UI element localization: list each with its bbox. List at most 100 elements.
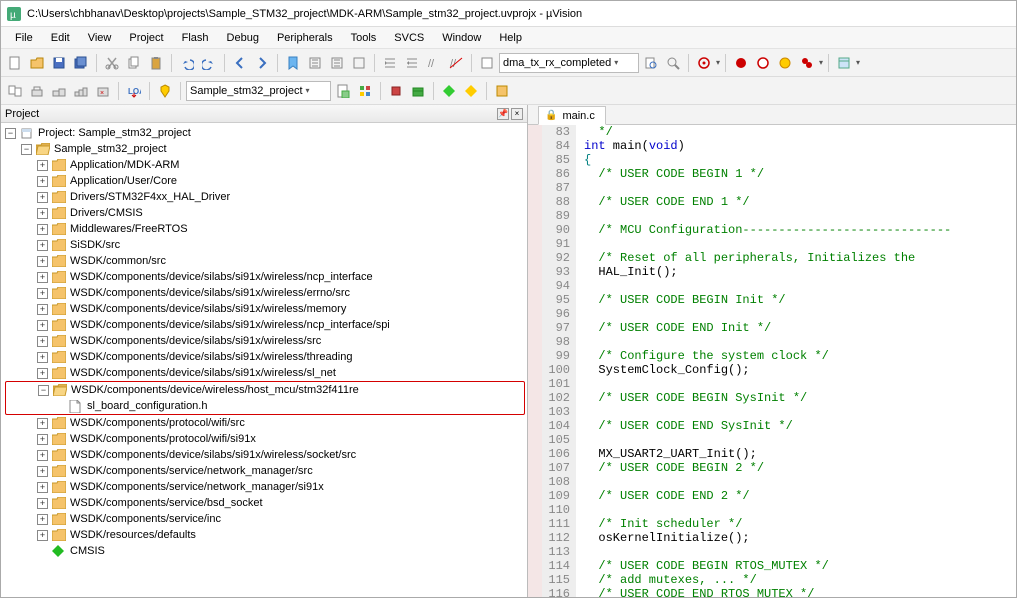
menu-item-view[interactable]: View: [80, 30, 120, 46]
expand-icon[interactable]: +: [37, 272, 48, 283]
debug-icon[interactable]: [694, 53, 714, 73]
chevron-down-icon[interactable]: ▾: [856, 58, 860, 67]
tree-group[interactable]: +Application/MDK-ARM: [5, 157, 525, 173]
expand-icon[interactable]: +: [37, 208, 48, 219]
expand-icon[interactable]: +: [37, 466, 48, 477]
rebuild-icon[interactable]: [49, 81, 69, 101]
expand-icon[interactable]: +: [37, 514, 48, 525]
bookmark-next-icon[interactable]: [327, 53, 347, 73]
panel-pin-icon[interactable]: 📌: [497, 108, 509, 120]
expand-icon[interactable]: +: [37, 450, 48, 461]
diamond-yellow-icon[interactable]: [461, 81, 481, 101]
translate-icon[interactable]: [5, 81, 25, 101]
cut-icon[interactable]: [102, 53, 122, 73]
expand-icon[interactable]: +: [37, 530, 48, 541]
editor-code-lines[interactable]: */int main(void){ /* USER CODE BEGIN 1 *…: [576, 125, 951, 597]
menu-item-window[interactable]: Window: [434, 30, 489, 46]
tree-group[interactable]: +WSDK/components/service/inc: [5, 511, 525, 527]
code-editor[interactable]: 8384858687888990919293949596979899100101…: [528, 125, 1016, 597]
expand-icon[interactable]: +: [37, 304, 48, 315]
tree-group[interactable]: +WSDK/common/src: [5, 253, 525, 269]
tree-group[interactable]: +WSDK/components/device/silabs/si91x/wir…: [5, 365, 525, 381]
stop-build-icon[interactable]: ×: [93, 81, 113, 101]
indent-icon[interactable]: [380, 53, 400, 73]
find-in-files-icon[interactable]: [641, 53, 661, 73]
tree-root[interactable]: −Project: Sample_stm32_project: [5, 125, 525, 141]
save-icon[interactable]: [49, 53, 69, 73]
batch-build-icon[interactable]: [71, 81, 91, 101]
uncomment-icon[interactable]: //: [446, 53, 466, 73]
bookmark-prev-icon[interactable]: [305, 53, 325, 73]
tree-group[interactable]: +WSDK/components/device/silabs/si91x/wir…: [5, 269, 525, 285]
collapse-icon[interactable]: −: [5, 128, 16, 139]
menu-item-edit[interactable]: Edit: [43, 30, 78, 46]
expand-icon[interactable]: +: [37, 192, 48, 203]
tree-group[interactable]: +WSDK/components/service/bsd_socket: [5, 495, 525, 511]
breakpoint-insert-icon[interactable]: [731, 53, 751, 73]
nav-forward-icon[interactable]: [252, 53, 272, 73]
menu-item-peripherals[interactable]: Peripherals: [269, 30, 341, 46]
expand-icon[interactable]: +: [37, 352, 48, 363]
menu-item-project[interactable]: Project: [121, 30, 171, 46]
tree-group[interactable]: +Application/User/Core: [5, 173, 525, 189]
tree-group[interactable]: +Middlewares/FreeRTOS: [5, 221, 525, 237]
expand-icon[interactable]: +: [37, 368, 48, 379]
help-icon[interactable]: [492, 81, 512, 101]
comment-icon[interactable]: //: [424, 53, 444, 73]
tree-group[interactable]: +WSDK/components/device/silabs/si91x/wir…: [5, 333, 525, 349]
bookmark-toggle-icon[interactable]: [283, 53, 303, 73]
manage-rte-icon[interactable]: [355, 81, 375, 101]
expand-icon[interactable]: +: [37, 482, 48, 493]
menu-item-svcs[interactable]: SVCS: [386, 30, 432, 46]
panel-close-icon[interactable]: ×: [511, 108, 523, 120]
tree-group[interactable]: +WSDK/resources/defaults: [5, 527, 525, 543]
window-layout-icon[interactable]: [834, 53, 854, 73]
tree-group[interactable]: +WSDK/components/device/silabs/si91x/wir…: [5, 447, 525, 463]
breakpoint-disable-icon[interactable]: [753, 53, 773, 73]
find-combo[interactable]: dma_tx_rx_completed ▾: [499, 53, 639, 73]
tree-group[interactable]: +SiSDK/src: [5, 237, 525, 253]
nav-back-icon[interactable]: [230, 53, 250, 73]
target-selector[interactable]: Sample_stm32_project ▾: [186, 81, 331, 101]
editor-tab-main-c[interactable]: 🔒 main.c: [538, 106, 606, 125]
find-icon[interactable]: [477, 53, 497, 73]
tree-group[interactable]: +WSDK/components/protocol/wifi/src: [5, 415, 525, 431]
breakpoint-enable-icon[interactable]: [797, 53, 817, 73]
bookmark-clear-icon[interactable]: [349, 53, 369, 73]
collapse-icon[interactable]: −: [21, 144, 32, 155]
expand-icon[interactable]: +: [37, 434, 48, 445]
save-all-icon[interactable]: [71, 53, 91, 73]
expand-icon[interactable]: +: [37, 256, 48, 267]
tree-group[interactable]: +WSDK/components/device/silabs/si91x/wir…: [5, 317, 525, 333]
project-tree[interactable]: −Project: Sample_stm32_project−Sample_st…: [1, 123, 527, 597]
tree-group[interactable]: +Drivers/STM32F4xx_HAL_Driver: [5, 189, 525, 205]
expand-icon[interactable]: +: [37, 418, 48, 429]
copy-icon[interactable]: [124, 53, 144, 73]
menu-item-debug[interactable]: Debug: [219, 30, 267, 46]
pack-installer-icon[interactable]: [408, 81, 428, 101]
menu-item-tools[interactable]: Tools: [343, 30, 385, 46]
expand-icon[interactable]: +: [37, 160, 48, 171]
build-icon[interactable]: [27, 81, 47, 101]
select-pack-icon[interactable]: [386, 81, 406, 101]
menu-item-flash[interactable]: Flash: [174, 30, 217, 46]
tree-group[interactable]: +WSDK/components/device/silabs/si91x/wir…: [5, 285, 525, 301]
paste-icon[interactable]: [146, 53, 166, 73]
expand-icon[interactable]: +: [37, 240, 48, 251]
new-file-icon[interactable]: [5, 53, 25, 73]
tree-file[interactable]: sl_board_configuration.h: [6, 398, 520, 414]
tree-group[interactable]: +WSDK/components/service/network_manager…: [5, 479, 525, 495]
expand-icon[interactable]: +: [37, 176, 48, 187]
tree-group-open[interactable]: −WSDK/components/device/wireless/host_mc…: [6, 382, 520, 398]
expand-icon[interactable]: +: [37, 288, 48, 299]
tree-group[interactable]: +WSDK/components/protocol/wifi/si91x: [5, 431, 525, 447]
download-icon[interactable]: LOAD: [124, 81, 144, 101]
expand-icon[interactable]: +: [37, 320, 48, 331]
expand-icon[interactable]: +: [37, 336, 48, 347]
unindent-icon[interactable]: [402, 53, 422, 73]
chevron-down-icon[interactable]: ▾: [819, 58, 823, 67]
open-icon[interactable]: [27, 53, 47, 73]
tree-group[interactable]: +Drivers/CMSIS: [5, 205, 525, 221]
redo-icon[interactable]: [199, 53, 219, 73]
incremental-find-icon[interactable]: [663, 53, 683, 73]
